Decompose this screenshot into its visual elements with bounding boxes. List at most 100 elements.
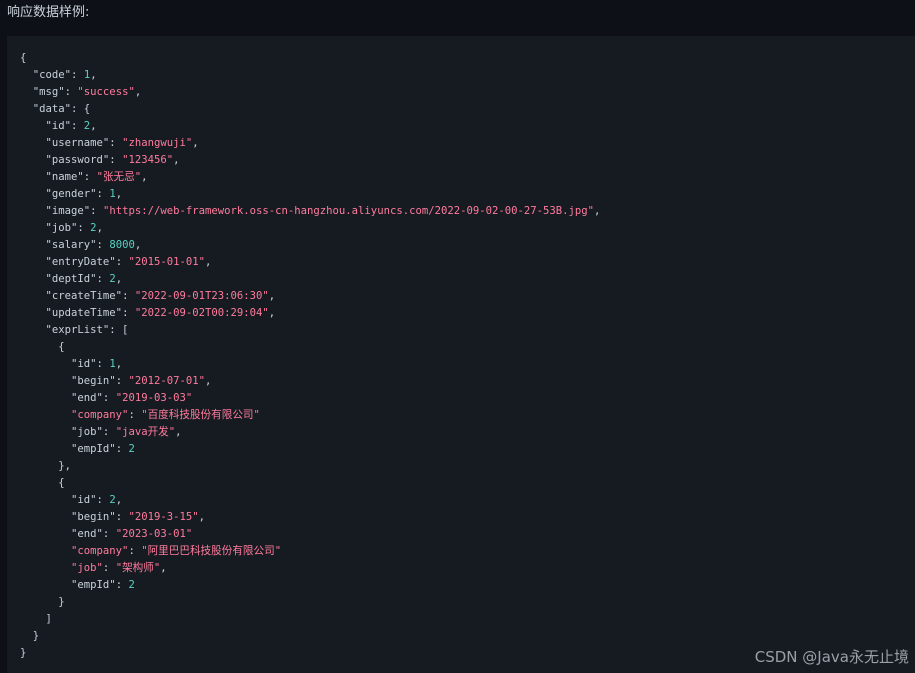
code-block: { "code": 1, "msg": "success", "data": {… [7, 36, 915, 673]
code-token: : [102, 562, 116, 574]
code-token: "company" [71, 409, 129, 421]
code-line: "name": "张无忌", [20, 169, 600, 186]
code-token: "2022-09-01T23:06:30" [134, 290, 269, 302]
code-token: "2019-3-15" [128, 511, 199, 523]
code-token: : [64, 86, 78, 98]
code-token: , [115, 358, 123, 370]
code-line: "empId": 2 [20, 577, 600, 594]
code-line: "code": 1, [20, 67, 600, 84]
code-line: "id": 1, [20, 356, 600, 373]
code-token: "username" [45, 137, 110, 149]
code-line: "msg": "success", [20, 84, 600, 101]
code-token: "id" [45, 120, 72, 132]
code-token: "begin" [71, 375, 116, 387]
code-token: "job" [71, 426, 103, 438]
code-token: "image" [45, 205, 91, 217]
code-line: "begin": "2019-3-15", [20, 509, 600, 526]
code-line: "begin": "2012-07-01", [20, 373, 600, 390]
code-token: , [115, 188, 123, 200]
code-token: "java开发" [115, 426, 176, 438]
code-token: { [20, 52, 27, 64]
code-token: , [268, 290, 276, 302]
code-token: "2019-03-03" [115, 392, 193, 404]
code-token: "end" [71, 528, 103, 540]
code-token: : [102, 528, 116, 540]
section-heading: 响应数据样例: [7, 5, 90, 20]
code-token: : [115, 443, 129, 455]
code-token: "data" [32, 103, 72, 115]
code-token: : [71, 120, 84, 132]
code-token: : [96, 273, 110, 285]
code-token: , [175, 426, 182, 438]
code-token: "password" [45, 154, 110, 166]
code-token: , [90, 120, 97, 132]
code-token: : [96, 494, 110, 506]
code-token: , [205, 256, 212, 268]
code-token: , [141, 171, 148, 183]
code-line: }, [20, 458, 600, 475]
code-token: : [115, 256, 129, 268]
code-token: : [128, 409, 142, 421]
code-token: "empId" [71, 443, 116, 455]
code-token: "123456" [122, 154, 174, 166]
csdn-watermark: CSDN @Java永无止境 [754, 648, 909, 666]
code-token: , [134, 239, 142, 251]
code-token: , [134, 86, 142, 98]
code-token: "张无忌" [96, 171, 142, 183]
code-line: "empId": 2 [20, 441, 600, 458]
code-line: "id": 2, [20, 118, 600, 135]
code-token: , [90, 69, 97, 81]
code-token: "deptId" [45, 273, 97, 285]
code-token: : [71, 69, 84, 81]
code-line: { [20, 50, 600, 67]
code-line: "entryDate": "2015-01-01", [20, 254, 600, 271]
code-token: } [20, 596, 65, 608]
code-line: "deptId": 2, [20, 271, 600, 288]
code-token: "2023-03-01" [115, 528, 193, 540]
code-token: "2012-07-01" [128, 375, 205, 387]
code-token: , [173, 154, 180, 166]
code-token: "createTime" [45, 290, 123, 302]
code-token: "exprList" [45, 324, 110, 336]
code-line: "createTime": "2022-09-01T23:06:30", [20, 288, 600, 305]
code-token: , [205, 375, 212, 387]
code-token: "entryDate" [45, 256, 116, 268]
code-token: , [115, 273, 123, 285]
code-token: 2 [128, 579, 135, 591]
code-token: : [96, 239, 110, 251]
code-line: "salary": 8000, [20, 237, 600, 254]
code-token: ] [20, 613, 52, 625]
code-line: "company": "百度科技股份有限公司" [20, 407, 600, 424]
code-line: { [20, 339, 600, 356]
code-token: "id" [71, 358, 97, 370]
code-token: 2 [128, 443, 135, 455]
code-token: } [20, 647, 27, 659]
code-line: "password": "123456", [20, 152, 600, 169]
code-token: "salary" [45, 239, 97, 251]
code-line: "job": "java开发", [20, 424, 600, 441]
code-token: "id" [71, 494, 97, 506]
code-token: "job" [45, 222, 78, 234]
code-line: "id": 2, [20, 492, 600, 509]
code-token: : [115, 579, 129, 591]
code-line: "job": 2, [20, 220, 600, 237]
code-token: , [268, 307, 276, 319]
code-token: : [83, 171, 97, 183]
code-line: "gender": 1, [20, 186, 600, 203]
code-token: , [192, 137, 199, 149]
